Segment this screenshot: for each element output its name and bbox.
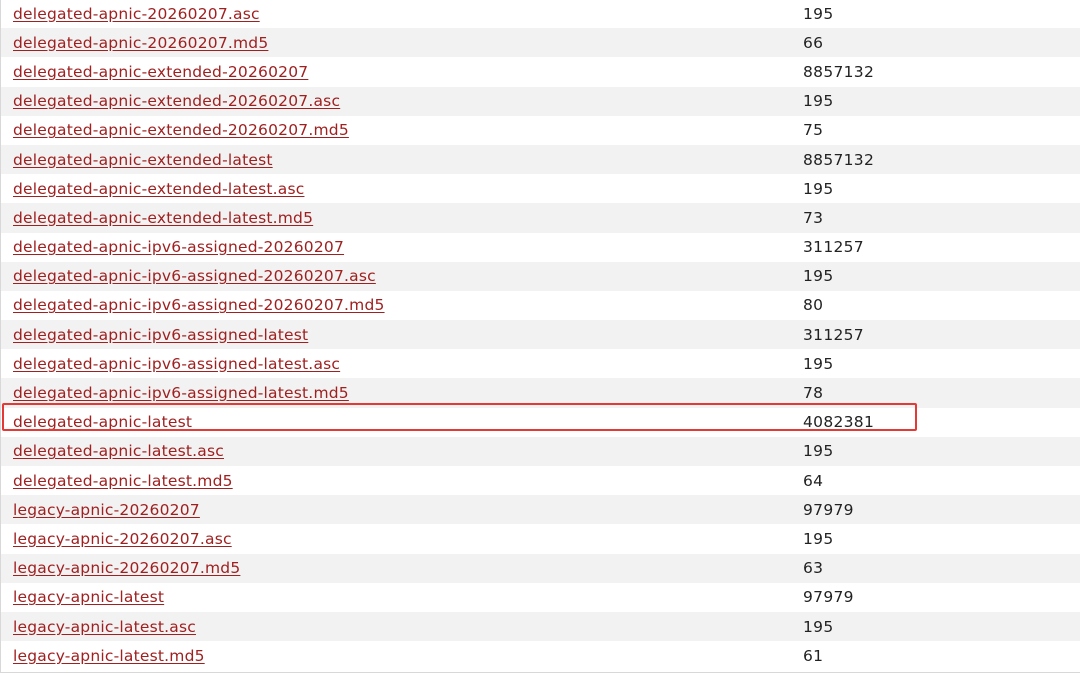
file-size: 64 — [803, 471, 824, 490]
file-row: delegated-apnic-extended-20260207.md5 75 — [1, 115, 1080, 145]
file-link[interactable]: legacy-apnic-20260207.md5 — [13, 559, 240, 577]
file-name-cell: delegated-apnic-ipv6-assigned-latest.md5 — [1, 384, 790, 402]
file-rows: delegated-apnic-20260207.asc 195 delegate… — [1, 0, 1080, 671]
file-size: 97979 — [803, 588, 854, 607]
file-row: delegated-apnic-extended-20260207 8857132 — [1, 57, 1080, 87]
file-link[interactable]: delegated-apnic-extended-20260207.asc — [13, 92, 340, 110]
file-size: 195 — [803, 4, 834, 23]
file-row: delegated-apnic-20260207.md5 66 — [1, 28, 1080, 58]
file-row: legacy-apnic-latest.asc 195 — [1, 611, 1080, 642]
file-size: 195 — [803, 92, 834, 111]
file-link[interactable]: delegated-apnic-extended-20260207.md5 — [13, 121, 349, 139]
file-name-cell: delegated-apnic-ipv6-assigned-latest.asc — [1, 355, 790, 373]
file-link[interactable]: delegated-apnic-20260207.asc — [13, 5, 260, 23]
file-size: 195 — [803, 442, 834, 461]
file-size: 80 — [803, 296, 824, 315]
file-name-cell: legacy-apnic-20260207.md5 — [1, 559, 790, 577]
file-link[interactable]: delegated-apnic-extended-latest.asc — [13, 180, 304, 198]
file-link[interactable]: legacy-apnic-20260207.asc — [13, 530, 232, 548]
file-size: 195 — [803, 354, 834, 373]
file-name-cell: delegated-apnic-ipv6-assigned-20260207 — [1, 238, 790, 256]
file-row: delegated-apnic-extended-latest.md5 73 — [1, 203, 1080, 233]
file-size: 195 — [803, 267, 834, 286]
file-name-cell: delegated-apnic-20260207.md5 — [1, 34, 790, 52]
file-size: 195 — [803, 617, 834, 636]
file-row-highlighted: delegated-apnic-latest 4082381 — [1, 407, 1080, 437]
file-size: 75 — [803, 121, 824, 140]
file-link[interactable]: legacy-apnic-latest.md5 — [13, 647, 205, 665]
file-name-cell: delegated-apnic-latest — [1, 413, 790, 431]
file-name-cell: legacy-apnic-latest.md5 — [1, 647, 790, 665]
file-row: legacy-apnic-latest.md5 61 — [1, 641, 1080, 671]
file-name-cell: delegated-apnic-latest.md5 — [1, 472, 790, 490]
file-name-cell: delegated-apnic-extended-20260207.md5 — [1, 121, 790, 139]
file-link[interactable]: delegated-apnic-ipv6-assigned-20260207 — [13, 238, 344, 256]
file-size: 66 — [803, 33, 824, 52]
file-row: legacy-apnic-20260207.asc 195 — [1, 524, 1080, 554]
file-name-cell: delegated-apnic-latest.asc — [1, 442, 790, 460]
file-row: delegated-apnic-extended-20260207.asc 195 — [1, 86, 1080, 116]
file-row: delegated-apnic-latest.asc 195 — [1, 436, 1080, 466]
file-link[interactable]: delegated-apnic-extended-latest — [13, 151, 273, 169]
file-size: 195 — [803, 179, 834, 198]
file-name-cell: legacy-apnic-20260207.asc — [1, 530, 790, 548]
file-row: delegated-apnic-ipv6-assigned-latest 3112… — [1, 320, 1080, 350]
file-row: delegated-apnic-ipv6-assigned-latest.md5… — [1, 378, 1080, 408]
file-name-cell: delegated-apnic-ipv6-assigned-20260207.m… — [1, 296, 790, 314]
file-row: legacy-apnic-20260207 97979 — [1, 495, 1080, 525]
file-size: 311257 — [803, 325, 864, 344]
file-row: delegated-apnic-extended-latest.asc 195 — [1, 174, 1080, 204]
file-name-cell: delegated-apnic-ipv6-assigned-latest — [1, 326, 790, 344]
file-listing: delegated-apnic-20260207.asc 195 delegate… — [0, 0, 1080, 673]
file-name-cell: delegated-apnic-20260207.asc — [1, 5, 790, 23]
file-link[interactable]: delegated-apnic-ipv6-assigned-latest.asc — [13, 355, 340, 373]
file-size: 73 — [803, 208, 824, 227]
file-link[interactable]: delegated-apnic-ipv6-assigned-20260207.a… — [13, 267, 376, 285]
file-name-cell: legacy-apnic-latest.asc — [1, 618, 790, 636]
file-name-cell: delegated-apnic-extended-latest — [1, 151, 790, 169]
file-link[interactable]: delegated-apnic-20260207.md5 — [13, 34, 268, 52]
file-size: 195 — [803, 529, 834, 548]
file-size: 61 — [803, 646, 824, 665]
file-size: 97979 — [803, 500, 854, 519]
file-row: delegated-apnic-ipv6-assigned-latest.asc… — [1, 349, 1080, 379]
file-row: delegated-apnic-extended-latest 8857132 — [1, 144, 1080, 175]
file-link[interactable]: delegated-apnic-ipv6-assigned-latest — [13, 326, 308, 344]
file-name-cell: legacy-apnic-20260207 — [1, 501, 790, 519]
file-row: legacy-apnic-20260207.md5 63 — [1, 553, 1080, 583]
file-size: 8857132 — [803, 150, 875, 169]
file-name-cell: delegated-apnic-extended-20260207.asc — [1, 92, 790, 110]
file-size: 311257 — [803, 238, 864, 257]
file-size: 63 — [803, 559, 824, 578]
file-row: delegated-apnic-latest.md5 64 — [1, 466, 1080, 496]
file-link[interactable]: legacy-apnic-latest — [13, 588, 164, 606]
file-size: 4082381 — [803, 413, 875, 432]
file-row: delegated-apnic-20260207.asc 195 — [1, 0, 1080, 29]
file-link[interactable]: delegated-apnic-extended-latest.md5 — [13, 209, 313, 227]
file-name-cell: delegated-apnic-extended-latest.asc — [1, 180, 790, 198]
file-size: 78 — [803, 384, 824, 403]
file-link[interactable]: delegated-apnic-latest.md5 — [13, 472, 233, 490]
file-name-cell: legacy-apnic-latest — [1, 588, 790, 606]
file-row: legacy-apnic-latest 97979 — [1, 582, 1080, 612]
file-name-cell: delegated-apnic-extended-20260207 — [1, 63, 790, 81]
file-row: delegated-apnic-ipv6-assigned-20260207 31… — [1, 232, 1080, 262]
file-size: 8857132 — [803, 62, 875, 81]
file-link[interactable]: delegated-apnic-ipv6-assigned-20260207.m… — [13, 296, 385, 314]
file-name-cell: delegated-apnic-extended-latest.md5 — [1, 209, 790, 227]
file-link[interactable]: legacy-apnic-20260207 — [13, 501, 200, 519]
file-row: delegated-apnic-ipv6-assigned-20260207.m… — [1, 290, 1080, 321]
file-link[interactable]: legacy-apnic-latest.asc — [13, 618, 196, 636]
file-link[interactable]: delegated-apnic-latest.asc — [13, 442, 224, 460]
file-name-cell: delegated-apnic-ipv6-assigned-20260207.a… — [1, 267, 790, 285]
file-link[interactable]: delegated-apnic-ipv6-assigned-latest.md5 — [13, 384, 349, 402]
file-row: delegated-apnic-ipv6-assigned-20260207.a… — [1, 261, 1080, 291]
file-link[interactable]: delegated-apnic-latest — [13, 413, 192, 431]
file-link[interactable]: delegated-apnic-extended-20260207 — [13, 63, 308, 81]
